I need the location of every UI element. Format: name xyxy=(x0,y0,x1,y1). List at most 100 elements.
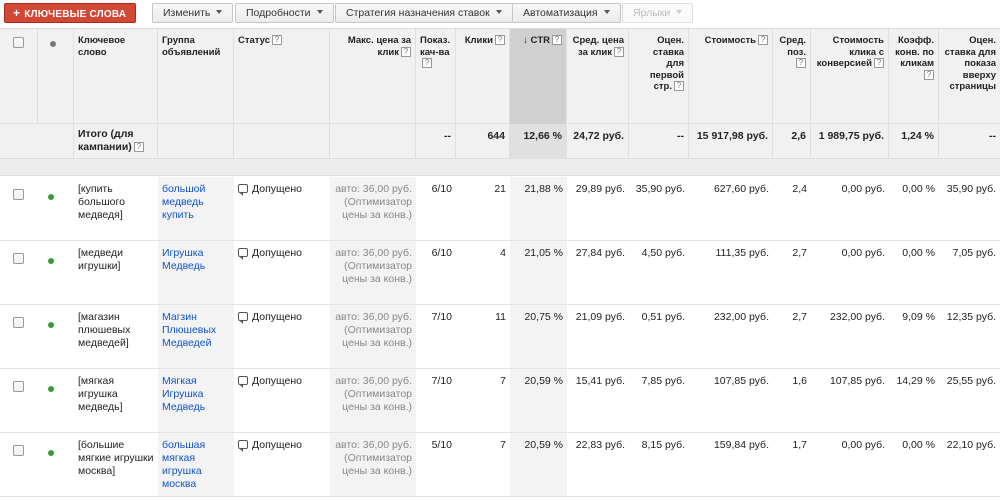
keyword-cell[interactable]: [мягкая игрушка медведь] xyxy=(74,369,158,432)
max-cpc-cell[interactable]: авто: 36,00 руб. (Оптимизатор цены за ко… xyxy=(330,241,416,304)
avg-cpc-cell: 15,41 руб. xyxy=(575,375,625,387)
checkbox-icon xyxy=(13,445,24,456)
help-icon[interactable]: ? xyxy=(401,46,411,57)
keyword-cell[interactable]: [медведи игрушки] xyxy=(74,241,158,304)
clicks-cell: 7 xyxy=(500,375,506,387)
header-max-cpc[interactable]: Макс. цена за клик? xyxy=(330,29,416,125)
speech-bubble-icon[interactable] xyxy=(238,376,248,388)
clicks-cell: 11 xyxy=(495,311,506,323)
help-icon[interactable]: ? xyxy=(552,35,562,45)
max-cpc-cell[interactable]: авто: 36,00 руб. (Оптимизатор цены за ко… xyxy=(330,177,416,240)
total-spacer xyxy=(0,124,74,159)
total-cost: 15 917,98 руб. xyxy=(689,124,773,159)
adgroup-link[interactable]: Игрушка Медведь xyxy=(158,241,234,304)
adgroup-link[interactable]: Магзин Плюшевых Медведей xyxy=(158,305,234,368)
status-cell[interactable]: Допущено xyxy=(234,369,330,432)
total-max-cpc xyxy=(330,124,416,159)
header-ctr[interactable]: ↓ CTR? xyxy=(510,29,567,125)
details-label: Подробности xyxy=(246,7,311,19)
adgroup-link[interactable]: большой медведь купить xyxy=(158,177,234,240)
header-top-page-bid[interactable]: Оцен. ставка для показа вверху страницы xyxy=(939,29,1000,125)
header-first-page-bid[interactable]: Оцен. ставка для первой стр.? xyxy=(629,29,689,125)
speech-bubble-icon[interactable] xyxy=(238,184,248,196)
labels-dropdown[interactable]: Ярлыки xyxy=(622,3,694,23)
header-status[interactable]: Статус? xyxy=(234,29,330,125)
help-icon[interactable]: ? xyxy=(796,58,806,68)
max-cpc-cell[interactable]: авто: 36,00 руб. (Оптимизатор цены за ко… xyxy=(330,305,416,368)
table-header: Ключевое слово Группа объявлений Статус?… xyxy=(0,28,1000,125)
bid-strategy-dropdown[interactable]: Стратегия назначения ставок xyxy=(335,3,513,23)
adgroup-link-text[interactable]: Игрушка Медведь xyxy=(162,247,205,272)
help-icon[interactable]: ? xyxy=(272,35,283,45)
help-icon[interactable]: ? xyxy=(495,35,505,45)
toolbar: + КЛЮЧЕВЫЕ СЛОВА Изменить Подробности Стр… xyxy=(0,0,1000,27)
enabled-dot-icon xyxy=(48,194,54,200)
adgroup-link-text[interactable]: Мягкая Игрушка Медведь xyxy=(162,375,205,413)
status-cell[interactable]: Допущено xyxy=(234,177,330,240)
adgroup-link-text[interactable]: Магзин Плюшевых Медведей xyxy=(162,311,216,349)
max-cpc-cell[interactable]: авто: 36,00 руб. (Оптимизатор цены за ко… xyxy=(330,433,416,496)
keyword-cell[interactable]: [магазин плюшевых медведей] xyxy=(74,305,158,368)
header-ctr-label: CTR xyxy=(530,35,550,46)
help-icon[interactable]: ? xyxy=(422,58,432,68)
header-clicks[interactable]: Клики? xyxy=(456,29,510,125)
adgroup-link[interactable]: большая мягкая игрушка москва xyxy=(158,433,234,496)
adgroup-link-text[interactable]: большой медведь купить xyxy=(162,183,205,221)
header-cost[interactable]: Стоимость? xyxy=(689,29,773,125)
header-avg-pos[interactable]: Сред. поз.? xyxy=(773,29,811,125)
enabled-dot-icon xyxy=(48,322,54,328)
add-keywords-button[interactable]: + КЛЮЧЕВЫЕ СЛОВА xyxy=(4,3,136,23)
help-icon[interactable]: ? xyxy=(874,58,884,68)
plus-icon: + xyxy=(13,6,21,20)
keyword-cell[interactable]: [большие мягкие игрушки москва] xyxy=(74,433,158,496)
adgroup-link[interactable]: Мягкая Игрушка Медведь xyxy=(158,369,234,432)
keyword-cell[interactable]: [купить большого медведя] xyxy=(74,177,158,240)
quality-cell: 6/10 xyxy=(431,247,452,259)
cost-per-conv-cell: 232,00 руб. xyxy=(829,311,885,323)
row-checkbox[interactable] xyxy=(0,305,38,368)
section-divider xyxy=(0,159,1000,176)
help-icon[interactable]: ? xyxy=(674,81,684,91)
avg-pos-cell: 1,7 xyxy=(792,439,807,451)
speech-bubble-icon[interactable] xyxy=(238,440,248,452)
help-icon[interactable]: ? xyxy=(758,35,768,45)
edit-dropdown[interactable]: Изменить xyxy=(152,3,234,23)
header-adgroup[interactable]: Группа объявлений xyxy=(158,29,234,125)
help-icon[interactable]: ? xyxy=(614,46,624,57)
header-cost-label: Стоимость xyxy=(704,35,756,46)
help-icon[interactable]: ? xyxy=(133,142,144,152)
help-icon[interactable]: ? xyxy=(924,69,934,80)
adgroup-link-text[interactable]: большая мягкая игрушка москва xyxy=(162,439,205,490)
header-adgroup-label: Группа объявлений xyxy=(162,35,221,58)
chevron-down-icon xyxy=(676,10,683,14)
status-cell[interactable]: Допущено xyxy=(234,305,330,368)
checkbox-icon xyxy=(13,189,24,200)
top-page-bid-cell: 35,90 руб. xyxy=(946,183,996,195)
details-dropdown[interactable]: Подробности xyxy=(235,3,334,23)
status-text: Допущено xyxy=(252,439,303,451)
cost-per-conv-cell: 0,00 руб. xyxy=(841,183,885,195)
row-checkbox[interactable] xyxy=(0,369,38,432)
header-conv-rate[interactable]: Коэфф. конв. по кликам? xyxy=(889,29,939,125)
status-text: Допущено xyxy=(252,311,303,323)
status-cell[interactable]: Допущено xyxy=(234,241,330,304)
row-checkbox[interactable] xyxy=(0,241,38,304)
header-clicks-label: Клики xyxy=(464,35,493,46)
row-checkbox[interactable] xyxy=(0,433,38,496)
conv-rate-cell: 9,09 % xyxy=(902,311,935,323)
header-cost-per-conv[interactable]: Стоимость клика с конверсией? xyxy=(811,29,889,125)
max-cpc-cell[interactable]: авто: 36,00 руб. (Оптимизатор цены за ко… xyxy=(330,369,416,432)
header-select-all[interactable] xyxy=(0,29,38,125)
row-status-dot xyxy=(38,305,74,368)
status-cell[interactable]: Допущено xyxy=(234,433,330,496)
speech-bubble-icon[interactable] xyxy=(238,312,248,324)
top-page-bid-cell: 7,05 руб. xyxy=(952,247,996,259)
header-quality[interactable]: Показ. кач-ва? xyxy=(416,29,456,125)
total-avg-cpc: 24,72 руб. xyxy=(567,124,629,159)
automation-dropdown[interactable]: Автоматизация xyxy=(512,3,621,23)
header-keyword[interactable]: Ключевое слово xyxy=(74,29,158,125)
quality-cell: 6/10 xyxy=(431,183,452,195)
header-avg-cpc[interactable]: Сред. цена за клик? xyxy=(567,29,629,125)
row-checkbox[interactable] xyxy=(0,177,38,240)
speech-bubble-icon[interactable] xyxy=(238,248,248,260)
